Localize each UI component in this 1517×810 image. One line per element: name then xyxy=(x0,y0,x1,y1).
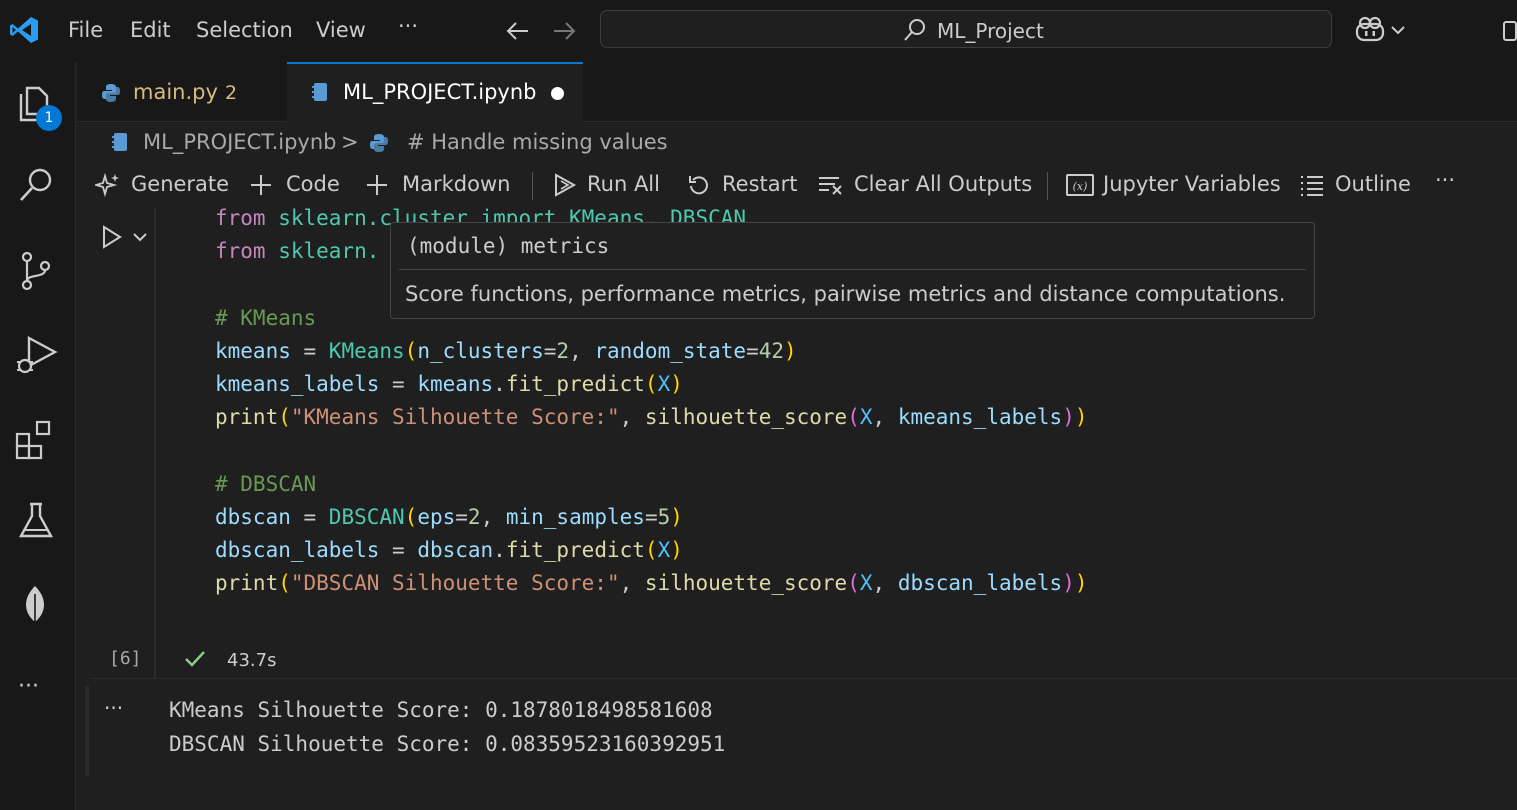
breadcrumb: ML_PROJECT.ipynb > # Handle missing valu… xyxy=(77,122,1517,162)
tab-ml-project-ipynb[interactable]: ML_PROJECT.ipynb xyxy=(287,62,583,122)
code-kmeans-init[interactable]: kmeans = KMeans(n_clusters=2, random_sta… xyxy=(215,335,797,368)
editor-tabs: main.py 2 ML_PROJECT.ipynb xyxy=(77,62,1517,122)
jupyter-variables-button[interactable]: (x) Jupyter Variables xyxy=(1065,162,1281,208)
output-line-2: DBSCAN Silhouette Score: 0.0835952316039… xyxy=(169,732,726,756)
plus-icon xyxy=(367,175,387,195)
menu-file[interactable]: File xyxy=(68,18,103,42)
generate-label: Generate xyxy=(131,172,230,196)
output-more-button[interactable]: ··· xyxy=(104,696,123,720)
restart-label: Restart xyxy=(722,172,798,196)
forward-arrow-icon[interactable] xyxy=(552,20,576,42)
menu-selection[interactable]: Selection xyxy=(196,18,293,42)
extensions-icon[interactable] xyxy=(13,416,59,462)
run-cell-icon[interactable] xyxy=(100,224,124,250)
search-icon[interactable] xyxy=(13,162,59,208)
notebook-icon xyxy=(112,133,127,151)
code-dbscan-fit[interactable]: dbscan_labels = dbscan.fit_predict(X) xyxy=(215,534,683,567)
explorer-badge: 1 xyxy=(36,105,62,131)
output-line-1: KMeans Silhouette Score: 0.1878018498581… xyxy=(169,698,713,722)
command-center-search[interactable]: ML_Project xyxy=(600,10,1332,48)
comment-kmeans[interactable]: # KMeans xyxy=(215,302,316,335)
execution-count: [6] xyxy=(109,648,142,669)
menu-more[interactable]: ··· xyxy=(398,14,418,38)
code-line-2-rest: sklearn. xyxy=(265,239,380,263)
restart-icon xyxy=(689,176,708,195)
outline-label: Outline xyxy=(1335,172,1411,196)
activity-bar: ··· xyxy=(0,62,76,810)
hover-divider xyxy=(399,269,1306,270)
code-label: Code xyxy=(286,172,340,196)
hover-signature: (module) metrics xyxy=(407,234,610,258)
keyword-from: from xyxy=(215,239,266,263)
hover-documentation: Score functions, performance metrics, pa… xyxy=(405,282,1286,306)
plus-icon xyxy=(251,175,271,195)
breadcrumb-file[interactable]: ML_PROJECT.ipynb xyxy=(143,130,336,154)
variables-icon: (x) xyxy=(1066,174,1094,196)
testing-flask-icon[interactable] xyxy=(13,498,59,544)
run-debug-icon[interactable] xyxy=(13,332,59,378)
code-line-2[interactable]: from sklearn. xyxy=(215,235,379,268)
outline-button[interactable]: Outline xyxy=(1299,162,1411,208)
comment-dbscan[interactable]: # DBSCAN xyxy=(215,468,316,501)
run-all-label: Run All xyxy=(587,172,660,196)
code-kmeans-fit[interactable]: kmeans_labels = kmeans.fit_predict(X) xyxy=(215,368,683,401)
problems-count: 2 xyxy=(225,82,238,104)
generate-button[interactable]: Generate xyxy=(95,162,230,208)
unsaved-dot-icon[interactable] xyxy=(551,87,564,100)
code-kmeans-print[interactable]: print("KMeans Silhouette Score:", silhou… xyxy=(215,401,1088,434)
clear-all-outputs-label: Clear All Outputs xyxy=(854,172,1033,196)
tab-main-py[interactable]: main.py 2 xyxy=(77,62,285,122)
vscode-logo-icon[interactable] xyxy=(8,14,40,46)
clear-all-outputs-button[interactable]: Clear All Outputs xyxy=(817,162,1032,208)
breadcrumb-separator: > xyxy=(341,130,359,154)
jupyter-variables-label: Jupyter Variables xyxy=(1103,172,1281,196)
mongodb-leaf-icon[interactable] xyxy=(13,582,59,628)
back-arrow-icon[interactable] xyxy=(506,20,530,42)
markdown-label: Markdown xyxy=(402,172,511,196)
breadcrumb-symbol[interactable]: # Handle missing values xyxy=(407,130,668,154)
tab-ml-project-label: ML_PROJECT.ipynb xyxy=(343,80,537,104)
clear-all-icon xyxy=(819,177,842,195)
keyword-from: from xyxy=(215,206,266,230)
tab-main-py-label: main.py xyxy=(133,80,218,104)
more-views-icon[interactable]: ··· xyxy=(18,674,39,699)
run-options-chevron-icon[interactable] xyxy=(132,231,148,243)
layout-toggle-icon[interactable] xyxy=(1502,20,1517,42)
run-all-icon xyxy=(555,173,577,197)
notebook-icon xyxy=(312,83,327,101)
output-gutter xyxy=(85,686,89,776)
copilot-icon[interactable] xyxy=(1354,16,1386,44)
output-separator xyxy=(90,678,1517,679)
search-text: ML_Project xyxy=(937,19,1044,43)
toolbar-more-button[interactable]: ··· xyxy=(1435,168,1455,192)
outline-list-icon xyxy=(1301,176,1323,196)
python-icon xyxy=(370,134,388,152)
toolbar-divider xyxy=(1047,172,1048,200)
chevron-down-icon[interactable] xyxy=(1390,24,1406,36)
menu-view[interactable]: View xyxy=(316,18,366,42)
code-dbscan-init[interactable]: dbscan = DBSCAN(eps=2, min_samples=5) xyxy=(215,501,683,534)
svg-text:(x): (x) xyxy=(1073,180,1088,193)
search-icon xyxy=(904,19,925,41)
hover-tooltip: (module) metrics Score functions, perfor… xyxy=(390,222,1315,319)
source-control-icon[interactable] xyxy=(13,248,59,294)
python-icon xyxy=(102,84,120,102)
execution-time: 43.7s xyxy=(227,650,277,671)
check-icon xyxy=(185,651,205,667)
sparkle-icon xyxy=(95,172,119,198)
code-dbscan-print[interactable]: print("DBSCAN Silhouette Score:", silhou… xyxy=(215,567,1088,600)
toolbar-divider xyxy=(532,172,533,200)
menu-edit[interactable]: Edit xyxy=(130,18,171,42)
title-bar: File Edit Selection View ··· ML_Project xyxy=(0,0,1517,62)
cell-focus-border xyxy=(154,208,156,678)
